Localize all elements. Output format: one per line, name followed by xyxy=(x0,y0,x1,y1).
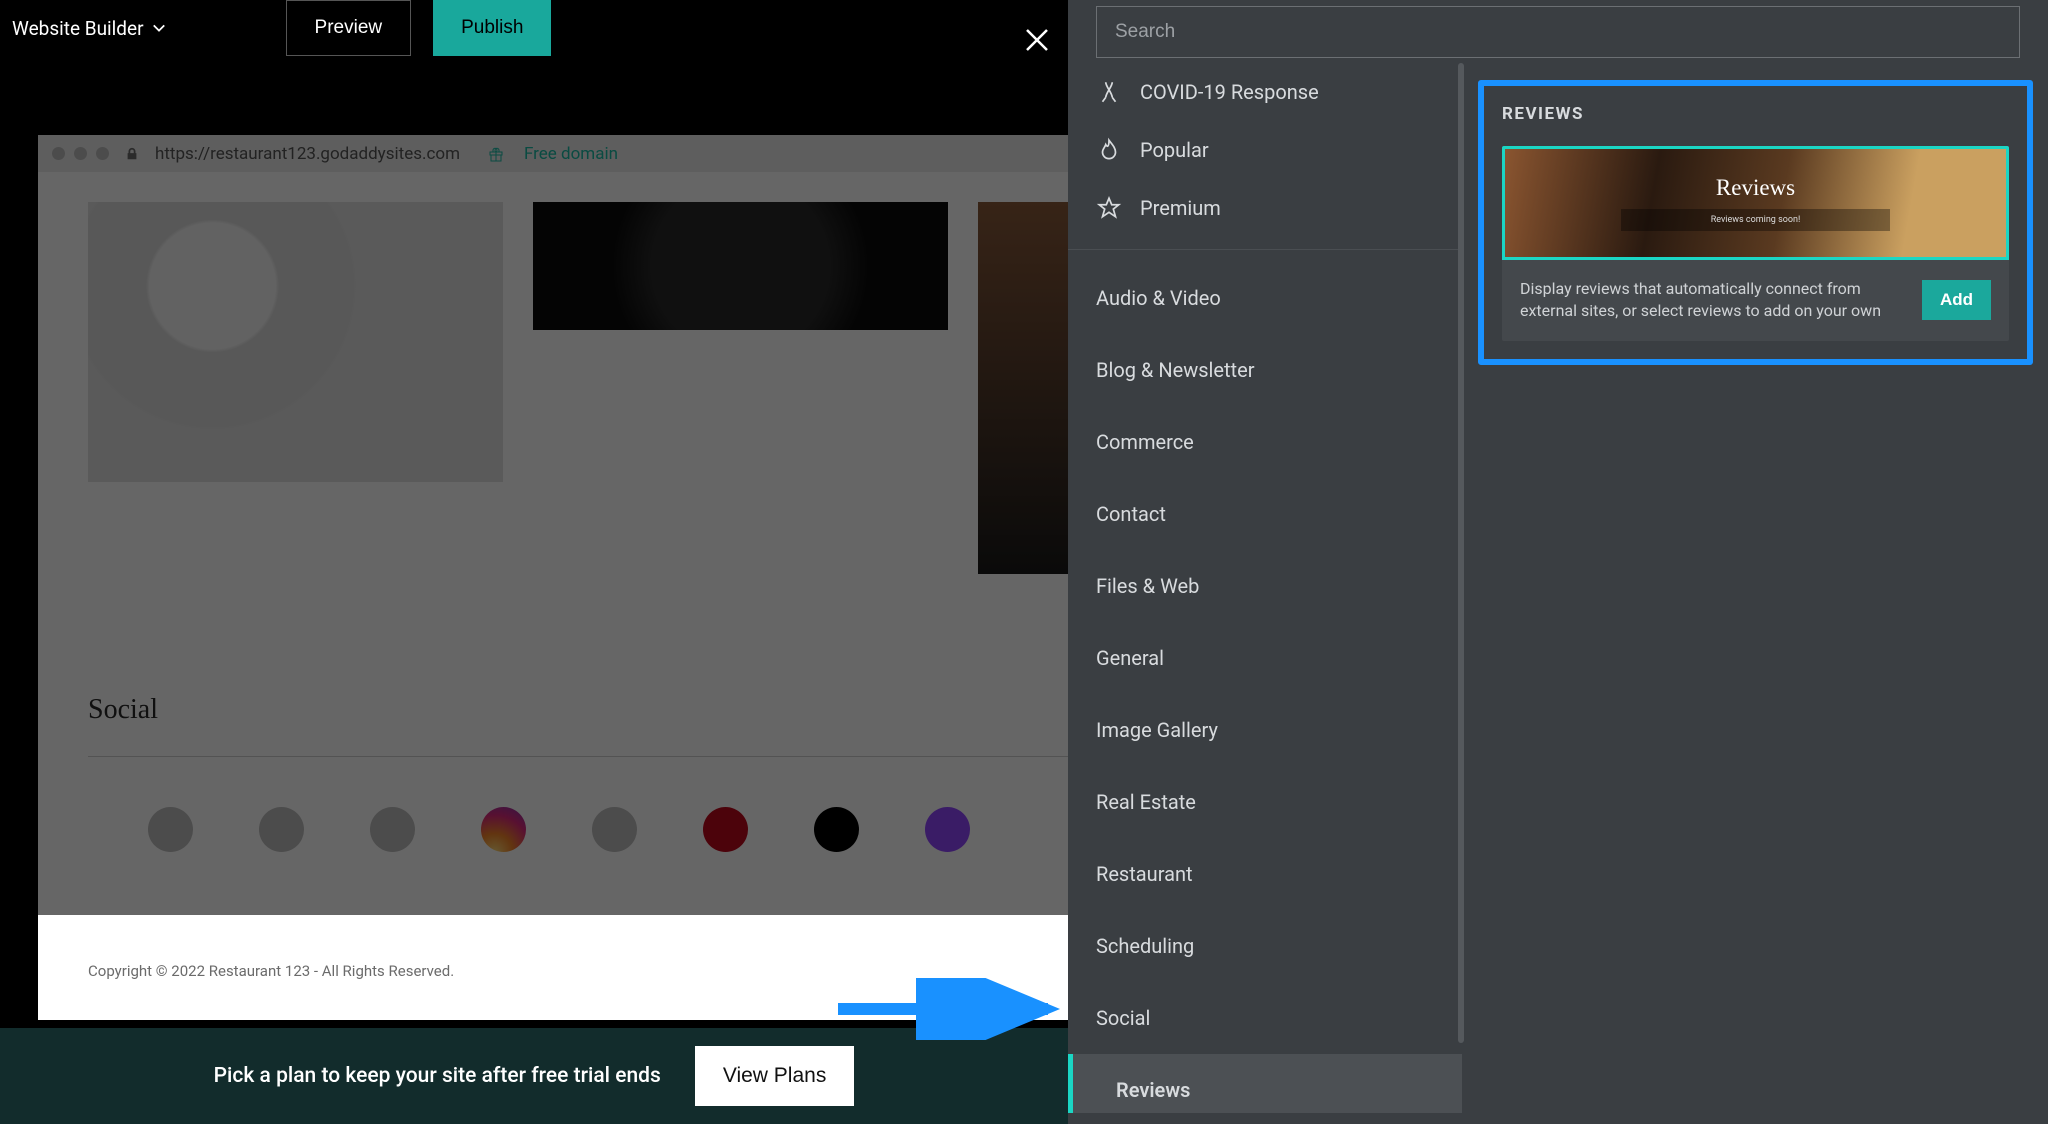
header-buttons: Preview Publish xyxy=(286,0,552,56)
url-text: https://restaurant123.godaddysites.com xyxy=(155,144,460,164)
lock-icon xyxy=(125,147,139,161)
preview-meta: Display reviews that automatically conne… xyxy=(1502,260,2009,341)
chevron-down-icon xyxy=(152,21,166,35)
subcategory-reviews[interactable]: Reviews xyxy=(1068,1054,1462,1113)
highlight-box: REVIEWS Reviews Reviews coming soon! Dis… xyxy=(1478,80,2033,365)
category-premium[interactable]: Premium xyxy=(1068,179,1462,237)
view-plans-button[interactable]: View Plans xyxy=(695,1046,855,1106)
window-dot xyxy=(52,147,65,160)
pinterest-icon[interactable] xyxy=(703,807,748,852)
category-real-estate[interactable]: Real Estate xyxy=(1068,766,1462,838)
detail-title: REVIEWS xyxy=(1502,104,2009,124)
category-audio-video[interactable]: Audio & Video xyxy=(1068,262,1462,334)
window-controls xyxy=(52,147,109,160)
tiktok-icon[interactable] xyxy=(814,807,859,852)
category-label: COVID-19 Response xyxy=(1140,80,1319,104)
preview-button[interactable]: Preview xyxy=(286,0,412,56)
category-scheduling[interactable]: Scheduling xyxy=(1068,910,1462,982)
category-list[interactable]: COVID-19 Response Popular Premium Audio … xyxy=(1068,63,1462,1113)
add-button[interactable]: Add xyxy=(1922,280,1991,320)
linkedin-icon[interactable] xyxy=(592,807,637,852)
close-icon xyxy=(1022,25,1052,55)
star-icon xyxy=(1096,195,1122,221)
close-button[interactable] xyxy=(1018,22,1056,60)
category-files-web[interactable]: Files & Web xyxy=(1068,550,1462,622)
category-image-gallery[interactable]: Image Gallery xyxy=(1068,694,1462,766)
preview-thumb-sub: Reviews coming soon! xyxy=(1711,215,1801,225)
discord-icon[interactable] xyxy=(148,807,193,852)
category-covid[interactable]: COVID-19 Response xyxy=(1068,63,1462,121)
top-header: Website Builder Preview Publish xyxy=(0,0,1068,56)
social-subgroup: Reviews Social xyxy=(1068,1054,1462,1113)
add-section-panel: COVID-19 Response Popular Premium Audio … xyxy=(1068,0,2048,1124)
brand-label: Website Builder xyxy=(12,17,144,40)
detail-area: REVIEWS Reviews Reviews coming soon! Dis… xyxy=(1478,80,2033,365)
flame-icon xyxy=(1096,137,1122,163)
brand-dropdown-wrap: Website Builder xyxy=(12,17,166,40)
scrollbar[interactable] xyxy=(1458,63,1464,1043)
search-wrap xyxy=(1068,0,2048,68)
category-blog-newsletter[interactable]: Blog & Newsletter xyxy=(1068,334,1462,406)
category-label: Premium xyxy=(1140,196,1221,220)
preview-card: Reviews Reviews coming soon! Display rev… xyxy=(1502,146,2009,341)
trial-text: Pick a plan to keep your site after free… xyxy=(214,1064,661,1088)
free-domain-link[interactable]: Free domain xyxy=(524,144,618,164)
category-restaurant[interactable]: Restaurant xyxy=(1068,838,1462,910)
window-dot xyxy=(96,147,109,160)
gallery-image xyxy=(533,202,948,330)
search-input[interactable] xyxy=(1096,6,2020,58)
category-contact[interactable]: Contact xyxy=(1068,478,1462,550)
preview-thumbnail[interactable]: Reviews Reviews coming soon! xyxy=(1502,146,2009,260)
brand-dropdown[interactable]: Website Builder xyxy=(12,17,166,40)
category-label: Popular xyxy=(1140,138,1209,162)
preview-description: Display reviews that automatically conne… xyxy=(1520,278,1908,323)
category-popular[interactable]: Popular xyxy=(1068,121,1462,179)
publish-button[interactable]: Publish xyxy=(433,0,551,56)
preview-thumb-title: Reviews xyxy=(1716,175,1795,201)
category-social[interactable]: Social xyxy=(1068,982,1462,1054)
category-commerce[interactable]: Commerce xyxy=(1068,406,1462,478)
gallery-column xyxy=(533,202,948,574)
window-dot xyxy=(74,147,87,160)
gallery-image xyxy=(88,202,503,482)
twitch-icon[interactable] xyxy=(925,807,970,852)
gift-icon xyxy=(488,146,504,162)
trial-bar: Pick a plan to keep your site after free… xyxy=(0,1028,1068,1124)
ribbon-icon xyxy=(1096,79,1122,105)
category-general[interactable]: General xyxy=(1068,622,1462,694)
separator xyxy=(1068,249,1462,250)
facebook-icon[interactable] xyxy=(259,807,304,852)
preview-thumb-sub-wrap: Reviews coming soon! xyxy=(1621,209,1891,231)
houzz-icon[interactable] xyxy=(370,807,415,852)
instagram-icon[interactable] xyxy=(481,807,526,852)
